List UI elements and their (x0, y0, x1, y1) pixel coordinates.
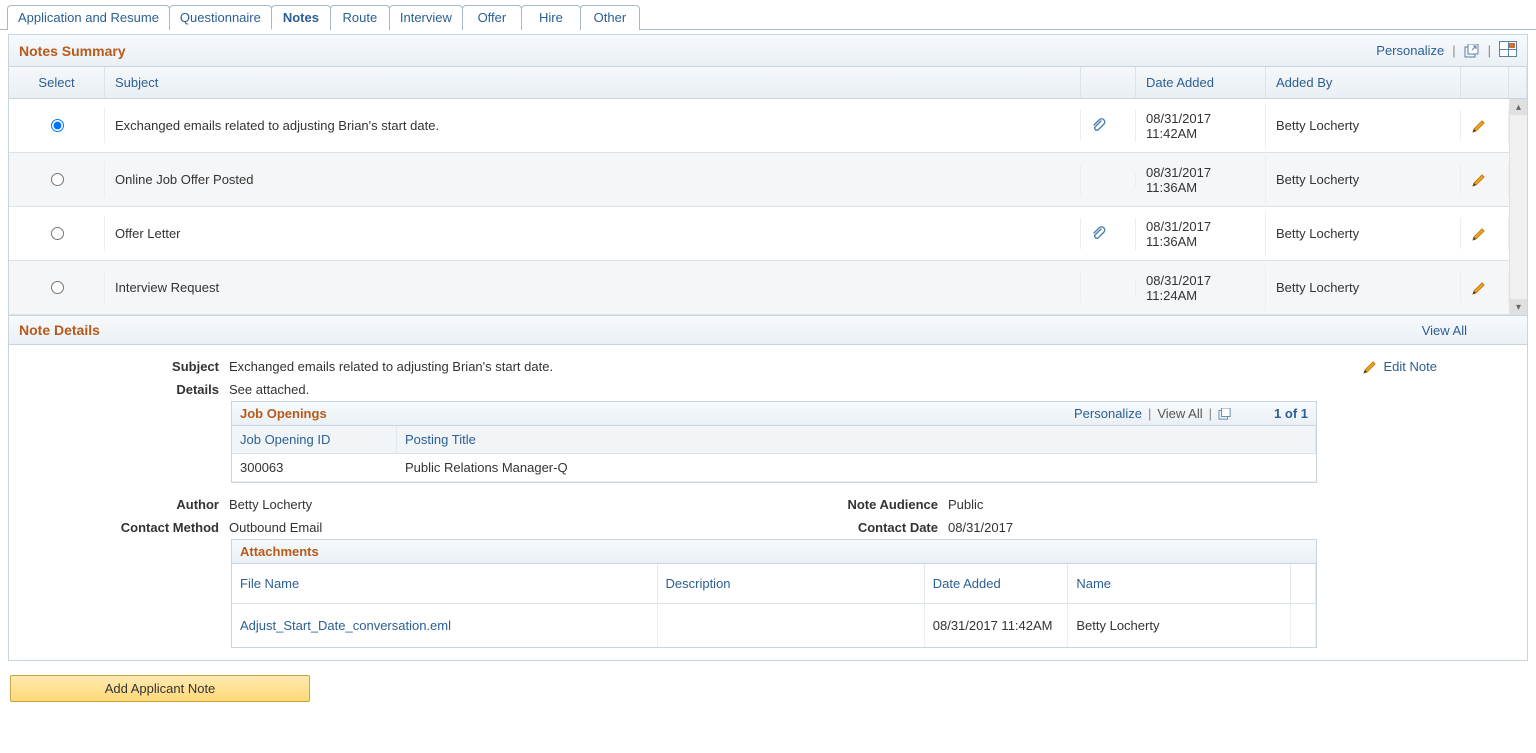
row-addedby: Betty Locherty (1266, 218, 1461, 249)
row-date: 08/31/2017 11:36AM (1136, 211, 1266, 257)
contact-method-label: Contact Method (9, 520, 229, 535)
contact-method-value: Outbound Email (229, 520, 768, 535)
tab-strip: Application and Resume Questionnaire Not… (0, 0, 1536, 30)
col-subject-header[interactable]: Subject (105, 67, 1081, 98)
personalize-link[interactable]: Personalize (1376, 43, 1444, 58)
edit-pencil-icon[interactable] (1471, 280, 1498, 296)
posting-title-header[interactable]: Posting Title (397, 426, 1316, 453)
job-opening-id-header[interactable]: Job Opening ID (232, 426, 397, 453)
att-file-header[interactable]: File Name (232, 564, 658, 603)
row-addedby: Betty Locherty (1266, 110, 1461, 141)
table-row: Exchanged emails related to adjusting Br… (9, 99, 1509, 153)
tab-other[interactable]: Other (580, 5, 640, 30)
popout-icon[interactable] (1464, 44, 1480, 58)
subject-value: Exchanged emails related to adjusting Br… (229, 359, 1362, 374)
col-addedby-header[interactable]: Added By (1266, 67, 1461, 98)
tab-offer[interactable]: Offer (462, 5, 522, 30)
row-radio[interactable] (51, 281, 64, 294)
tab-interview[interactable]: Interview (389, 5, 463, 30)
tab-application-resume[interactable]: Application and Resume (7, 5, 170, 30)
attachment-row: Adjust_Start_Date_conversation.eml 08/31… (232, 604, 1316, 647)
details-label: Details (9, 382, 229, 397)
subject-label: Subject (9, 359, 229, 374)
col-select-header[interactable]: Select (9, 67, 105, 98)
view-all-link[interactable]: View All (1422, 323, 1517, 338)
attachments-title: Attachments (232, 540, 1316, 564)
tab-notes[interactable]: Notes (271, 5, 331, 30)
job-openings-personalize-link[interactable]: Personalize (1074, 406, 1142, 421)
row-radio[interactable] (51, 119, 64, 132)
row-date: 08/31/2017 11:24AM (1136, 265, 1266, 311)
notes-summary-section: Notes Summary Personalize | | Select Sub… (8, 34, 1528, 316)
popout-icon[interactable] (1218, 408, 1232, 420)
attachment-date: 08/31/2017 11:42AM (925, 604, 1069, 647)
attachment-icon[interactable] (1091, 226, 1125, 242)
contact-date-value: 08/31/2017 (948, 520, 1527, 535)
posting-title: Public Relations Manager-Q (397, 454, 1316, 481)
job-openings-title: Job Openings (240, 406, 327, 421)
table-scrollbar[interactable]: ▴ ▾ (1509, 99, 1527, 315)
row-addedby: Betty Locherty (1266, 272, 1461, 303)
row-radio[interactable] (51, 227, 64, 240)
grid-settings-icon[interactable] (1499, 41, 1517, 60)
note-audience-value: Public (948, 497, 1527, 512)
scroll-down-icon[interactable]: ▾ (1510, 299, 1527, 315)
edit-pencil-icon[interactable] (1471, 118, 1498, 134)
table-row: Interview Request 08/31/2017 11:24AM Bet… (9, 261, 1509, 315)
row-date: 08/31/2017 11:42AM (1136, 103, 1266, 149)
row-subject: Interview Request (105, 272, 1081, 303)
note-details-title: Note Details (19, 322, 100, 338)
details-value: See attached. (229, 382, 1527, 397)
edit-note-link[interactable]: Edit Note (1362, 355, 1527, 378)
notes-table-header: Select Subject Date Added Added By (9, 67, 1527, 99)
row-date: 08/31/2017 11:36AM (1136, 157, 1266, 203)
tab-route[interactable]: Route (330, 5, 390, 30)
att-desc-header[interactable]: Description (658, 564, 925, 603)
col-date-header[interactable]: Date Added (1136, 67, 1266, 98)
job-openings-viewall[interactable]: View All (1157, 406, 1202, 421)
attachment-file-link[interactable]: Adjust_Start_Date_conversation.eml (240, 618, 451, 633)
author-value: Betty Locherty (229, 497, 768, 512)
col-attachment-header (1081, 67, 1136, 98)
job-openings-count: 1 of 1 (1274, 406, 1308, 421)
table-row: Online Job Offer Posted 08/31/2017 11:36… (9, 153, 1509, 207)
attachments-box: Attachments File Name Description Date A… (231, 539, 1317, 648)
row-addedby: Betty Locherty (1266, 164, 1461, 195)
tab-hire[interactable]: Hire (521, 5, 581, 30)
job-opening-id: 300063 (232, 454, 397, 481)
notes-summary-title: Notes Summary (19, 43, 126, 59)
row-radio[interactable] (51, 173, 64, 186)
row-subject: Offer Letter (105, 218, 1081, 249)
row-subject: Online Job Offer Posted (105, 164, 1081, 195)
note-audience-label: Note Audience (768, 497, 948, 512)
attachment-name: Betty Locherty (1068, 604, 1291, 647)
note-details-section: Note Details View All Subject Exchanged … (8, 316, 1528, 661)
table-row: Offer Letter 08/31/2017 11:36AM Betty Lo… (9, 207, 1509, 261)
edit-pencil-icon[interactable] (1471, 172, 1498, 188)
edit-pencil-icon[interactable] (1471, 226, 1498, 242)
tab-questionnaire[interactable]: Questionnaire (169, 5, 272, 30)
job-openings-box: Job Openings Personalize | View All | 1 … (231, 401, 1317, 483)
job-opening-row: 300063 Public Relations Manager-Q (232, 454, 1316, 482)
col-edit-header (1461, 67, 1509, 98)
att-date-header[interactable]: Date Added (925, 564, 1069, 603)
att-name-header[interactable]: Name (1068, 564, 1291, 603)
author-label: Author (9, 497, 229, 512)
add-applicant-note-button[interactable]: Add Applicant Note (10, 675, 310, 702)
attachment-icon[interactable] (1091, 118, 1125, 134)
row-subject: Exchanged emails related to adjusting Br… (105, 110, 1081, 141)
attachment-description (658, 604, 925, 647)
contact-date-label: Contact Date (768, 520, 948, 535)
scroll-up-icon[interactable]: ▴ (1510, 99, 1527, 115)
